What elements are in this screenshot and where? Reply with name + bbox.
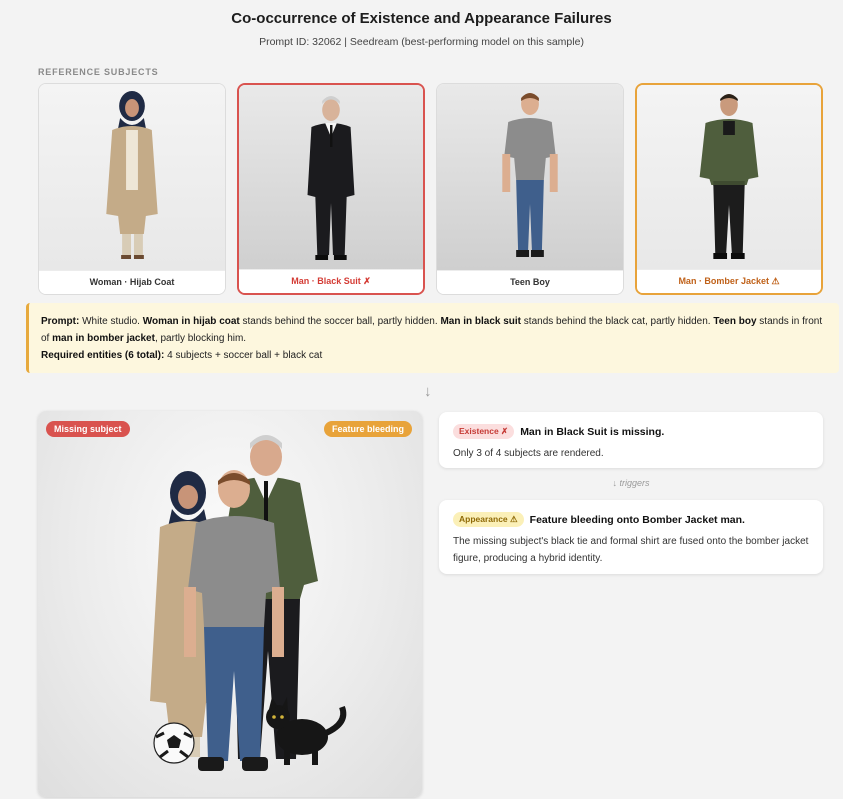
reference-photo-teen-boy: [437, 84, 623, 270]
prompt-segment: , partly blocking him.: [154, 333, 247, 344]
prompt-label: Prompt:: [41, 316, 80, 327]
reference-photo-bomber-jacket: [637, 85, 821, 271]
prompt-segment: stands behind the black cat, partly hidd…: [521, 316, 714, 327]
generated-image[interactable]: Missing subject Feature bleeding: [38, 411, 422, 797]
page-subtitle: Prompt ID: 32062 | Seedream (best-perfor…: [259, 36, 584, 48]
required-label: Required entities (6 total):: [41, 350, 165, 361]
existence-card: Existence ✗ Man in Black Suit is missing…: [439, 412, 823, 468]
reference-card-teen-boy[interactable]: Teen Boy: [436, 83, 624, 295]
existence-badge: Existence ✗: [453, 424, 515, 439]
existence-body: Only 3 of 4 subjects are rendered.: [453, 448, 604, 459]
appearance-card: Appearance ⚠ Feature bleeding onto Bombe…: [439, 500, 823, 574]
prompt-entity-teen-boy: Teen boy: [713, 316, 757, 327]
reference-photo-woman: [39, 84, 225, 270]
existence-heading: Man in Black Suit is missing.: [520, 425, 665, 438]
appearance-heading: Feature bleeding onto Bomber Jacket man.: [529, 513, 745, 526]
reference-card-black-suit[interactable]: Man · Black Suit ✗: [237, 83, 425, 295]
reference-caption-bomber-jacket: Man · Bomber Jacket ⚠: [637, 269, 821, 293]
feature-bleeding-tag: Feature bleeding: [323, 421, 412, 437]
triggers-label: ↓ triggers: [612, 478, 650, 488]
reference-card-woman[interactable]: Woman · Hijab Coat: [38, 83, 226, 295]
reference-photo-black-suit: [239, 85, 423, 271]
down-arrow-icon: ↓: [424, 383, 432, 400]
reference-caption-black-suit: Man · Black Suit ✗: [239, 269, 423, 293]
prompt-segment: stands behind the soccer ball, partly hi…: [239, 316, 441, 327]
reference-caption-woman: Woman · Hijab Coat: [39, 270, 225, 294]
reference-section-label: REFERENCE SUBJECTS: [38, 67, 159, 77]
appearance-badge: Appearance ⚠: [453, 512, 524, 527]
missing-subject-tag: Missing subject: [46, 421, 130, 437]
prompt-entity-black-suit: Man in black suit: [440, 316, 522, 327]
appearance-body: The missing subject's black tie and form…: [453, 536, 809, 564]
prompt-text: Prompt: White studio. Woman in hijab coa…: [41, 313, 827, 347]
reference-subjects: Woman · Hijab Coat Man · Black Suit ✗ Te…: [38, 83, 823, 295]
prompt-entity-woman: Woman in hijab coat: [142, 316, 240, 327]
prompt-box: Prompt: White studio. Woman in hijab coa…: [26, 303, 839, 373]
generated-scene: [150, 435, 347, 771]
required-entities: Required entities (6 total): 4 subjects …: [41, 347, 827, 364]
prompt-entity-bomber-jacket: man in bomber jacket: [52, 333, 155, 344]
page-title: Co-occurrence of Existence and Appearanc…: [231, 10, 612, 27]
required-text: 4 subjects + soccer ball + black cat: [164, 350, 323, 361]
reference-caption-teen-boy: Teen Boy: [437, 270, 623, 294]
reference-card-bomber-jacket[interactable]: Man · Bomber Jacket ⚠: [635, 83, 823, 295]
prompt-segment: White studio.: [79, 316, 143, 327]
